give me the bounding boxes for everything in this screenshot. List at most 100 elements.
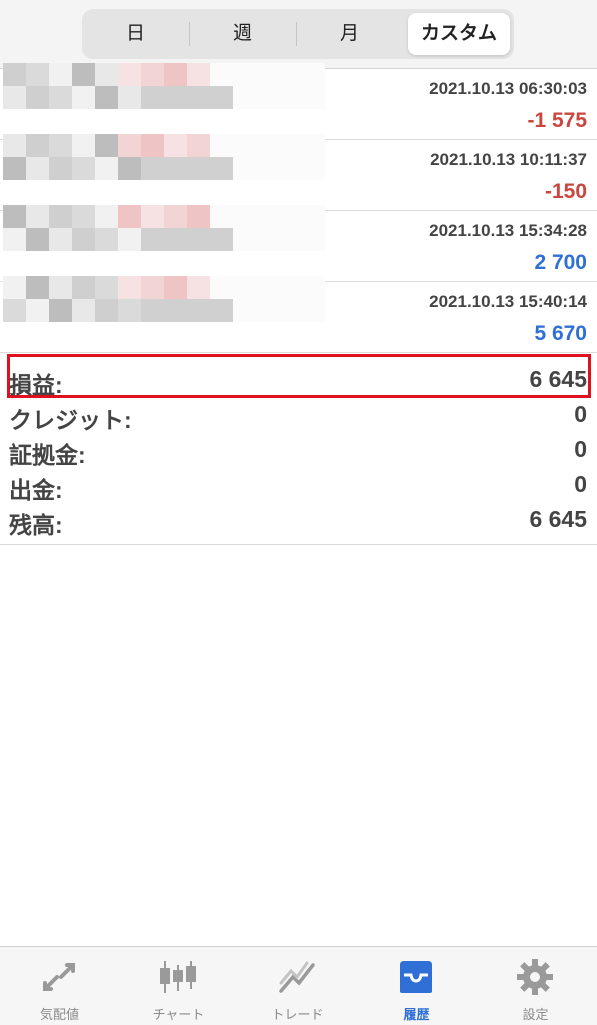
mosaic-cell	[187, 228, 210, 251]
mosaic-cell	[302, 86, 325, 109]
deal-row[interactable]: 2021.10.13 15:40:14 5 670	[0, 276, 597, 353]
mosaic-cell	[187, 157, 210, 180]
pixelated-deal-info	[3, 63, 325, 109]
mosaic-cell	[95, 134, 118, 157]
mosaic-cell	[3, 157, 26, 180]
mosaic-cell	[118, 86, 141, 109]
mosaic-cell	[256, 276, 279, 299]
summary-label: 残高:	[9, 512, 63, 538]
tab-history[interactable]: 履歴	[357, 947, 476, 1025]
deal-row[interactable]: 2021.10.13 06:30:03 -1 575	[0, 63, 597, 140]
tab-label: 設定	[522, 1007, 549, 1022]
pixelated-deal-info	[3, 134, 325, 180]
mosaic-cell	[302, 157, 325, 180]
mosaic-cell	[210, 299, 233, 322]
summary-row-profit: 損益: 6 645	[0, 364, 597, 398]
mosaic-cell	[49, 228, 72, 251]
deal-time: 2021.10.13 06:30:03	[429, 79, 587, 98]
deal-time: 2021.10.13 15:40:14	[429, 292, 587, 311]
tab-custom[interactable]: カスタム	[408, 13, 510, 55]
bottom-tab-bar: 気配値 チャート トレード 履歴 設定	[0, 946, 597, 1025]
mosaic-cell	[164, 86, 187, 109]
deal-row[interactable]: 2021.10.13 15:34:28 2 700	[0, 205, 597, 282]
mosaic-cell	[233, 228, 256, 251]
summary-value: 6 645	[529, 506, 587, 532]
mosaic-cell	[3, 63, 26, 86]
summary-value: 0	[574, 436, 587, 462]
mosaic-cell	[210, 157, 233, 180]
mosaic-cell	[233, 205, 256, 228]
mosaic-cell	[26, 205, 49, 228]
mosaic-cell	[279, 228, 302, 251]
mosaic-cell	[210, 228, 233, 251]
mosaic-cell	[164, 276, 187, 299]
deal-profit: 2 700	[534, 251, 587, 274]
period-segmented-control: 日 週 月 カスタム	[82, 9, 514, 59]
mosaic-cell	[233, 134, 256, 157]
top-bar: 日 週 月 カスタム	[0, 0, 597, 69]
mosaic-cell	[187, 205, 210, 228]
mosaic-cell	[26, 228, 49, 251]
chart-icon	[160, 961, 196, 993]
mosaic-cell	[72, 134, 95, 157]
tab-label: 気配値	[39, 1007, 79, 1022]
mosaic-cell	[279, 299, 302, 322]
mosaic-cell	[72, 276, 95, 299]
mosaic-cell	[302, 134, 325, 157]
mosaic-cell	[164, 299, 187, 322]
tab-label: トレード	[271, 1007, 324, 1022]
mosaic-cell	[118, 228, 141, 251]
mosaic-cell	[210, 134, 233, 157]
mosaic-cell	[49, 276, 72, 299]
mosaic-cell	[233, 86, 256, 109]
mosaic-cell	[95, 276, 118, 299]
mosaic-cell	[279, 86, 302, 109]
mosaic-cell	[118, 299, 141, 322]
mosaic-cell	[72, 205, 95, 228]
summary-label: クレジット:	[9, 407, 132, 433]
mosaic-cell	[302, 228, 325, 251]
tab-month[interactable]: 月	[296, 13, 403, 55]
tab-quotes[interactable]: 気配値	[0, 947, 119, 1025]
history-icon	[400, 961, 432, 993]
mosaic-cell	[302, 63, 325, 86]
mosaic-cell	[256, 299, 279, 322]
mosaic-cell	[256, 157, 279, 180]
mosaic-cell	[3, 299, 26, 322]
mosaic-cell	[49, 134, 72, 157]
summary-row-balance: 残高: 6 645	[0, 504, 597, 538]
settings-icon	[517, 959, 553, 995]
mosaic-cell	[118, 276, 141, 299]
mosaic-cell	[141, 63, 164, 86]
quotes-icon	[43, 963, 75, 991]
mosaic-cell	[279, 157, 302, 180]
tab-label: チャート	[152, 1007, 205, 1022]
tab-week[interactable]: 週	[189, 13, 296, 55]
mosaic-cell	[141, 228, 164, 251]
tab-chart[interactable]: チャート	[119, 947, 238, 1025]
tab-trade[interactable]: トレード	[238, 947, 357, 1025]
mosaic-cell	[141, 205, 164, 228]
tab-day[interactable]: 日	[82, 13, 189, 55]
mosaic-cell	[141, 86, 164, 109]
mosaic-cell	[72, 63, 95, 86]
mosaic-cell	[49, 299, 72, 322]
summary-divider	[0, 544, 597, 545]
mosaic-cell	[302, 299, 325, 322]
mosaic-cell	[279, 205, 302, 228]
deal-row[interactable]: 2021.10.13 10:11:37 -150	[0, 134, 597, 211]
mosaic-cell	[118, 205, 141, 228]
mosaic-cell	[95, 228, 118, 251]
trade-icon	[279, 961, 315, 993]
mosaic-cell	[72, 157, 95, 180]
mosaic-cell	[95, 205, 118, 228]
mosaic-cell	[118, 134, 141, 157]
mosaic-cell	[256, 63, 279, 86]
tab-settings[interactable]: 設定	[476, 947, 595, 1025]
mosaic-cell	[72, 86, 95, 109]
mosaic-cell	[164, 205, 187, 228]
mosaic-cell	[26, 157, 49, 180]
mosaic-cell	[3, 276, 26, 299]
mosaic-cell	[49, 86, 72, 109]
mosaic-cell	[26, 134, 49, 157]
